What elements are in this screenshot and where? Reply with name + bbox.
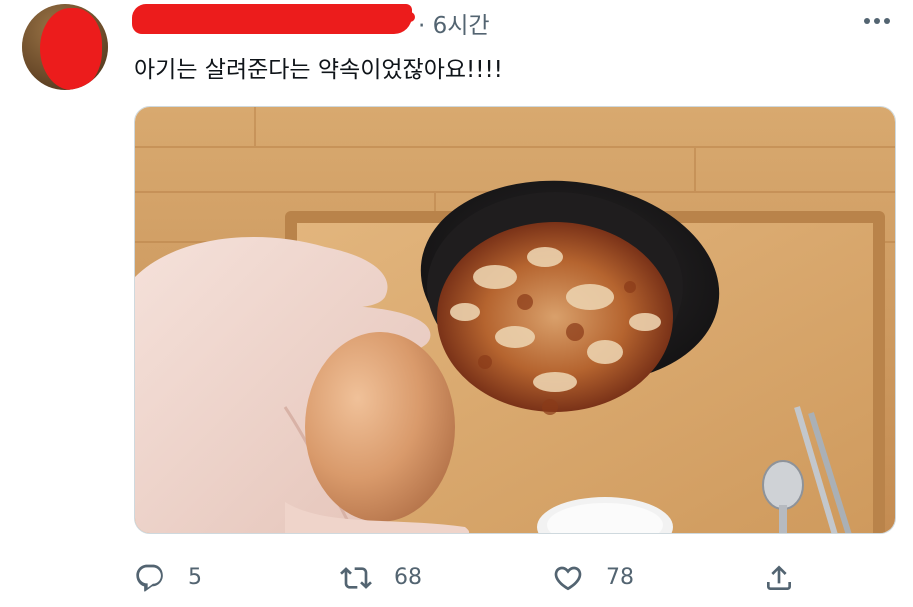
heart-icon bbox=[554, 566, 582, 590]
retweet-button[interactable]: 68 bbox=[340, 555, 422, 600]
share-icon bbox=[767, 564, 791, 590]
tweet-photo[interactable] bbox=[134, 106, 896, 534]
retweet-count: 68 bbox=[394, 565, 422, 590]
avatar-redaction bbox=[40, 8, 102, 90]
like-count: 78 bbox=[606, 565, 634, 590]
username-redaction bbox=[132, 4, 412, 34]
username-redaction-dot bbox=[405, 12, 415, 22]
tweet-text: 아기는 살려준다는 약속이었잖아요!!!! bbox=[134, 57, 503, 83]
reply-count: 5 bbox=[188, 565, 202, 590]
more-icon bbox=[864, 18, 870, 24]
more-button[interactable] bbox=[864, 18, 894, 26]
photo-image bbox=[135, 107, 895, 533]
tweet-actions: 5 68 78 bbox=[0, 555, 913, 600]
like-button[interactable]: 78 bbox=[552, 555, 634, 600]
share-button[interactable] bbox=[763, 555, 795, 600]
avatar[interactable] bbox=[22, 4, 108, 90]
reply-icon bbox=[136, 564, 163, 592]
tweet-timestamp[interactable]: · 6시간 bbox=[418, 6, 490, 40]
retweet-icon bbox=[340, 566, 372, 589]
reply-button[interactable]: 5 bbox=[134, 555, 202, 600]
